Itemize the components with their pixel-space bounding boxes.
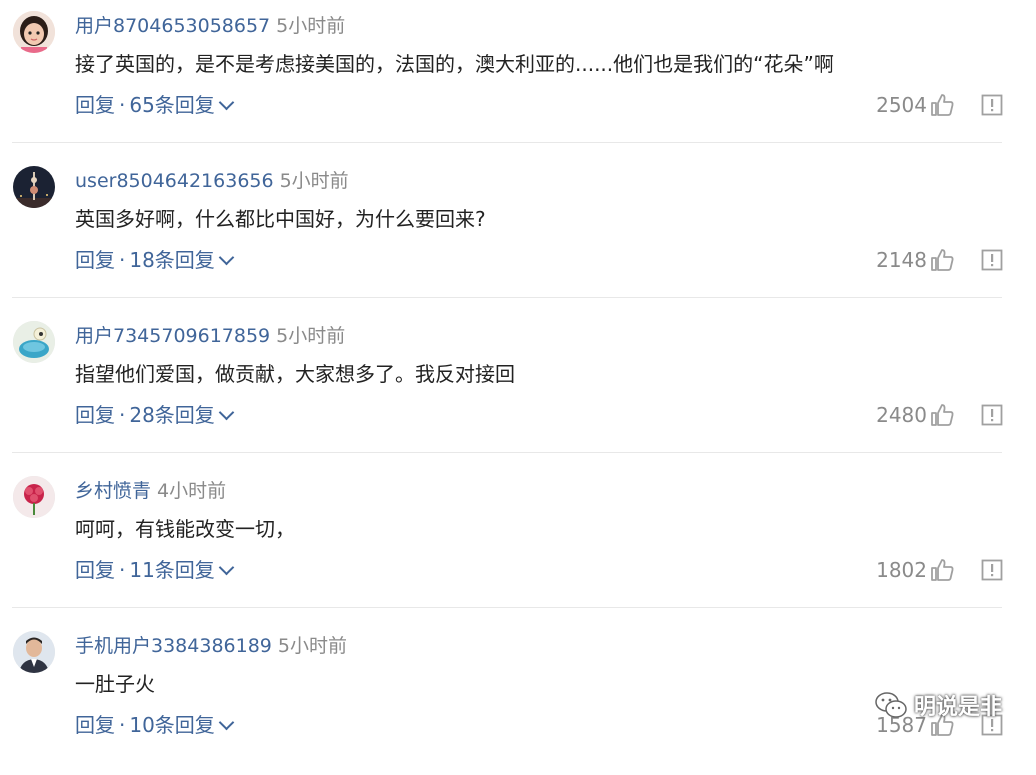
divider bbox=[12, 452, 1002, 453]
watermark: 明说是非 bbox=[874, 688, 1002, 722]
replies-count-label: 28条回复 bbox=[129, 403, 215, 427]
comment-text: 呵呵，有钱能改变一切， bbox=[75, 517, 295, 541]
view-replies-link[interactable]: 65条回复 bbox=[129, 93, 235, 117]
thumbs-up-icon[interactable] bbox=[929, 92, 955, 118]
like-count: 2480 bbox=[876, 403, 927, 427]
thumbs-up-icon[interactable] bbox=[929, 247, 955, 273]
username[interactable]: 用户8704653058657 bbox=[75, 15, 270, 37]
avatar[interactable] bbox=[13, 321, 55, 363]
comment-meta: user8504642163656 5小时前 bbox=[75, 167, 349, 195]
separator: · bbox=[119, 713, 126, 737]
comment-meta: 手机用户3384386189 5小时前 bbox=[75, 632, 347, 660]
comment-actions: 回复 · 65条回复 bbox=[75, 91, 235, 119]
username[interactable]: user8504642163656 bbox=[75, 170, 274, 192]
comment-meta: 用户8704653058657 5小时前 bbox=[75, 12, 345, 40]
separator: · bbox=[119, 403, 126, 427]
replies-count-label: 11条回复 bbox=[129, 558, 215, 582]
report-icon[interactable] bbox=[981, 559, 1003, 581]
comment-item: 用户8704653058657 5小时前 接了英国的，是不是考虑接美国的，法国的，… bbox=[0, 0, 1036, 155]
view-replies-link[interactable]: 11条回复 bbox=[129, 558, 235, 582]
comment-stats: 1802 bbox=[876, 555, 1003, 585]
comment-meta: 用户7345709617859 5小时前 bbox=[75, 322, 345, 350]
timestamp: 5小时前 bbox=[276, 15, 346, 37]
girl-avatar-icon bbox=[13, 11, 55, 53]
comment-item: 乡村愤青 4小时前 呵呵，有钱能改变一切， 回复 · 11条回复 1802 bbox=[0, 465, 1036, 620]
divider bbox=[12, 142, 1002, 143]
comment-stats: 2148 bbox=[876, 245, 1003, 275]
timestamp: 5小时前 bbox=[276, 325, 346, 347]
comment-actions: 回复 · 11条回复 bbox=[75, 556, 235, 584]
avatar[interactable] bbox=[13, 166, 55, 208]
comment-actions: 回复 · 10条回复 bbox=[75, 711, 235, 739]
timestamp: 4小时前 bbox=[157, 480, 227, 502]
username[interactable]: 手机用户3384386189 bbox=[75, 635, 272, 657]
like-count: 2504 bbox=[876, 93, 927, 117]
comment-item: user8504642163656 5小时前 英国多好啊，什么都比中国好，为什么要… bbox=[0, 155, 1036, 310]
thumbs-up-icon[interactable] bbox=[929, 557, 955, 583]
replies-count-label: 18条回复 bbox=[129, 248, 215, 272]
chevron-down-icon bbox=[218, 94, 235, 111]
comment-item: 用户7345709617859 5小时前 指望他们爱国，做贡献，大家想多了。我反对… bbox=[0, 310, 1036, 465]
cartoon-avatar-icon bbox=[13, 321, 55, 363]
man-photo-avatar-icon bbox=[13, 631, 55, 673]
chevron-down-icon bbox=[218, 404, 235, 421]
avatar[interactable] bbox=[13, 631, 55, 673]
avatar[interactable] bbox=[13, 476, 55, 518]
comment-actions: 回复 · 28条回复 bbox=[75, 401, 235, 429]
reply-button[interactable]: 回复 bbox=[75, 248, 115, 272]
reply-button[interactable]: 回复 bbox=[75, 713, 115, 737]
comment-stats: 2504 bbox=[876, 90, 1003, 120]
like-count: 2148 bbox=[876, 248, 927, 272]
username[interactable]: 乡村愤青 bbox=[75, 480, 151, 502]
like-count: 1802 bbox=[876, 558, 927, 582]
watermark-text: 明说是非 bbox=[913, 695, 1002, 720]
chevron-down-icon bbox=[218, 249, 235, 266]
report-icon[interactable] bbox=[981, 404, 1003, 426]
comment-stats: 2480 bbox=[876, 400, 1003, 430]
tower-night-avatar-icon bbox=[13, 166, 55, 208]
divider bbox=[12, 297, 1002, 298]
separator: · bbox=[119, 558, 126, 582]
comment-actions: 回复 · 18条回复 bbox=[75, 246, 235, 274]
comment-meta: 乡村愤青 4小时前 bbox=[75, 477, 226, 505]
view-replies-link[interactable]: 28条回复 bbox=[129, 403, 235, 427]
chevron-down-icon bbox=[218, 714, 235, 731]
reply-button[interactable]: 回复 bbox=[75, 403, 115, 427]
reply-button[interactable]: 回复 bbox=[75, 558, 115, 582]
flower-avatar-icon bbox=[13, 476, 55, 518]
timestamp: 5小时前 bbox=[279, 170, 349, 192]
chevron-down-icon bbox=[218, 559, 235, 576]
separator: · bbox=[119, 93, 126, 117]
replies-count-label: 65条回复 bbox=[129, 93, 215, 117]
divider bbox=[12, 607, 1002, 608]
username[interactable]: 用户7345709617859 bbox=[75, 325, 270, 347]
comment-text: 一肚子火 bbox=[75, 672, 155, 696]
separator: · bbox=[119, 248, 126, 272]
thumbs-up-icon[interactable] bbox=[929, 402, 955, 428]
timestamp: 5小时前 bbox=[277, 635, 347, 657]
comment-text: 接了英国的，是不是考虑接美国的，法国的，澳大利亚的......他们也是我们的“花… bbox=[75, 52, 834, 76]
wechat-icon bbox=[875, 692, 907, 718]
view-replies-link[interactable]: 10条回复 bbox=[129, 713, 235, 737]
reply-button[interactable]: 回复 bbox=[75, 93, 115, 117]
comment-text: 指望他们爱国，做贡献，大家想多了。我反对接回 bbox=[75, 362, 515, 386]
report-icon[interactable] bbox=[981, 94, 1003, 116]
view-replies-link[interactable]: 18条回复 bbox=[129, 248, 235, 272]
report-icon[interactable] bbox=[981, 249, 1003, 271]
replies-count-label: 10条回复 bbox=[129, 713, 215, 737]
comment-text: 英国多好啊，什么都比中国好，为什么要回来? bbox=[75, 207, 486, 231]
avatar[interactable] bbox=[13, 11, 55, 53]
